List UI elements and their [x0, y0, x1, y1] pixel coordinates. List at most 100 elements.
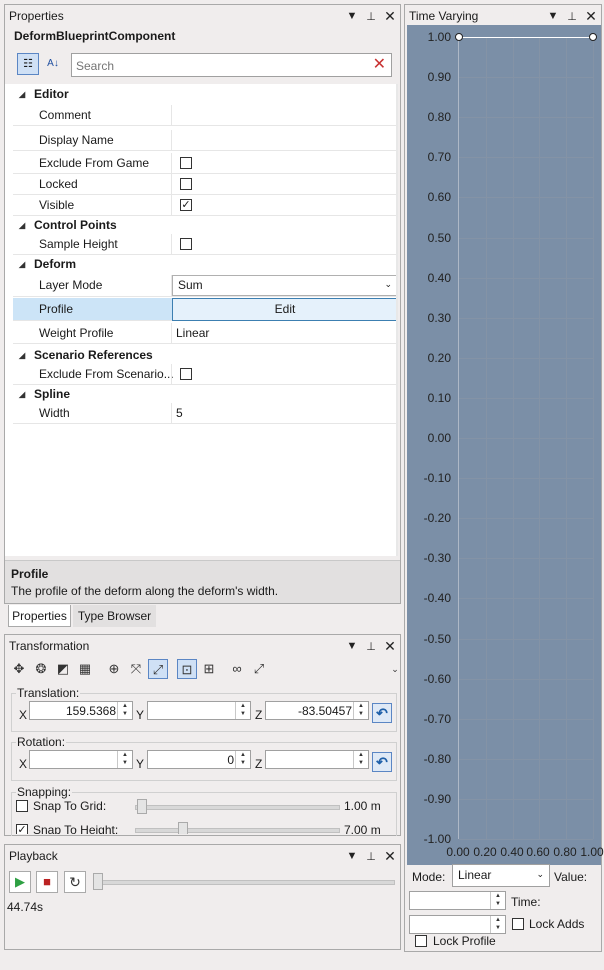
- spin-arrows-icon[interactable]: ▲ ▼: [490, 916, 505, 933]
- exclude-game-checkbox[interactable]: [180, 157, 192, 169]
- profile-control-point[interactable]: [589, 33, 597, 41]
- search-input[interactable]: [74, 56, 358, 75]
- snap-grid-slider-thumb[interactable]: [137, 799, 147, 814]
- grid-line-vertical: [486, 37, 487, 839]
- plot-area[interactable]: [455, 33, 597, 840]
- spin-arrows-icon[interactable]: ▲ ▼: [490, 892, 505, 909]
- sample-height-checkbox[interactable]: [180, 238, 192, 250]
- link-icon[interactable]: ∞: [227, 659, 247, 679]
- translation-x-field[interactable]: 159.5368 ▲ ▼: [29, 701, 133, 720]
- x-tick-label: 0.00: [446, 845, 470, 859]
- row-sample-height[interactable]: Sample Height: [13, 234, 398, 255]
- axis-tool-icon[interactable]: ⤧: [126, 659, 146, 679]
- category-scenario-references[interactable]: ◢ Scenario References: [13, 346, 398, 365]
- spin-arrows-icon[interactable]: ▲ ▼: [117, 702, 132, 719]
- profile-chart[interactable]: 1.00 0.90 0.80 0.70 0.60 0.50 0.40 0.30 0.20 0.10…: [407, 25, 604, 865]
- spin-arrows-icon[interactable]: ▲ ▼: [353, 702, 368, 719]
- search-box[interactable]: ✕: [71, 53, 392, 77]
- tab-properties[interactable]: Properties: [8, 605, 71, 627]
- snap-height-slider-track[interactable]: [135, 828, 340, 833]
- category-control-points[interactable]: ◢ Control Points: [13, 216, 398, 235]
- row-weight-profile[interactable]: Weight Profile Linear: [13, 323, 398, 344]
- playback-panel: Playback ▼ ⊥ ✕ ▶ ■ ↻ 44.74s: [4, 844, 401, 950]
- pivot-tool-icon[interactable]: ⊕: [104, 659, 124, 679]
- grid-line-horizontal: [459, 518, 593, 519]
- grid-tool-icon[interactable]: ▦: [75, 659, 95, 679]
- categorized-sort-button[interactable]: ☷: [17, 53, 39, 75]
- rotation-z-field[interactable]: ▲ ▼: [265, 750, 369, 769]
- locked-checkbox[interactable]: [180, 178, 192, 190]
- pin-icon[interactable]: ⊥: [365, 10, 377, 23]
- grid-line-horizontal: [459, 197, 593, 198]
- translation-y-field[interactable]: ▲ ▼: [147, 701, 251, 720]
- snap-bounds-icon[interactable]: ⊡: [177, 659, 197, 679]
- snap-height-value: 7.00 m: [344, 823, 381, 834]
- row-exclude-from-scenario[interactable]: Exclude From Scenario...: [13, 364, 398, 385]
- row-width[interactable]: Width 5: [13, 403, 398, 424]
- rotation-reset-button[interactable]: ↶: [372, 752, 392, 772]
- row-exclude-from-game[interactable]: Exclude From Game: [13, 153, 398, 174]
- exclude-scenario-checkbox[interactable]: [180, 368, 192, 380]
- row-visible[interactable]: Visible ✓: [13, 195, 398, 216]
- grid-line-vertical: [566, 37, 567, 839]
- mode-select[interactable]: Linear ⌄: [452, 864, 550, 887]
- category-spline[interactable]: ◢ Spline: [13, 385, 398, 404]
- scale-tool-icon[interactable]: ◩: [53, 659, 73, 679]
- translation-reset-button[interactable]: ↶: [372, 703, 392, 723]
- spin-arrows-icon[interactable]: ▲ ▼: [235, 702, 250, 719]
- dropdown-icon[interactable]: ▼: [547, 10, 559, 22]
- spin-arrows-icon[interactable]: ▲ ▼: [353, 751, 368, 768]
- category-deform[interactable]: ◢ Deform: [13, 255, 398, 274]
- snap-to-height-checkbox[interactable]: ✓: [16, 824, 28, 834]
- lock-profile-checkbox[interactable]: [415, 935, 427, 947]
- move-tool-icon[interactable]: ✥: [9, 659, 29, 679]
- tab-type-browser[interactable]: Type Browser: [73, 605, 156, 627]
- stop-button[interactable]: ■: [36, 871, 58, 893]
- property-grid-scrollbar[interactable]: [396, 84, 398, 556]
- rotation-x-field[interactable]: ▲ ▼: [29, 750, 133, 769]
- playback-slider-thumb[interactable]: [93, 873, 103, 890]
- snap-to-grid-checkbox[interactable]: [16, 800, 28, 812]
- rotate-tool-icon[interactable]: ❂: [31, 659, 51, 679]
- spin-arrows-icon[interactable]: ▲ ▼: [235, 751, 250, 768]
- row-profile[interactable]: Profile Edit: [13, 298, 398, 321]
- snap-height-slider-thumb[interactable]: [178, 822, 188, 834]
- visible-checkbox[interactable]: ✓: [180, 199, 192, 211]
- row-locked[interactable]: Locked: [13, 174, 398, 195]
- clear-search-icon[interactable]: ✕: [373, 54, 386, 76]
- close-icon[interactable]: ✕: [384, 8, 396, 25]
- pin-icon[interactable]: ⊥: [566, 10, 578, 23]
- close-icon[interactable]: ✕: [585, 8, 597, 25]
- overflow-icon[interactable]: ⌄: [385, 659, 405, 679]
- rotation-y-field[interactable]: 0 ▲ ▼: [147, 750, 251, 769]
- close-icon[interactable]: ✕: [384, 848, 396, 865]
- playback-slider-track[interactable]: [93, 880, 395, 885]
- snap-grid-slider-track[interactable]: [135, 805, 340, 810]
- loop-button[interactable]: ↻: [64, 871, 86, 893]
- local-axis-tool-icon[interactable]: ⤢: [148, 659, 168, 679]
- snap-center-icon[interactable]: ⊞: [199, 659, 219, 679]
- expand-icon[interactable]: ⤢: [249, 659, 269, 679]
- layer-mode-select[interactable]: Sum ⌄: [172, 275, 398, 296]
- dropdown-icon[interactable]: ▼: [346, 10, 358, 22]
- pin-icon[interactable]: ⊥: [365, 850, 377, 863]
- x-axis: 0.00 0.20 0.40 0.60 0.80 1.00: [407, 845, 604, 863]
- time-field[interactable]: ▲ ▼: [409, 891, 506, 910]
- profile-edit-button[interactable]: Edit: [172, 298, 398, 321]
- dropdown-icon[interactable]: ▼: [346, 640, 358, 652]
- transformation-title: Transformation: [9, 639, 90, 653]
- pin-icon[interactable]: ⊥: [365, 640, 377, 653]
- row-layer-mode[interactable]: Layer Mode Sum ⌄: [13, 275, 398, 297]
- x-tick-label: 1.00: [580, 845, 604, 859]
- row-display-name[interactable]: Display Name: [13, 130, 398, 151]
- lock-adds-checkbox[interactable]: [512, 918, 524, 930]
- value-field[interactable]: ▲ ▼: [409, 915, 506, 934]
- dropdown-icon[interactable]: ▼: [346, 850, 358, 862]
- translation-z-field[interactable]: -83.50457 ▲ ▼: [265, 701, 369, 720]
- alphabetical-sort-button[interactable]: A↓: [42, 53, 64, 75]
- close-icon[interactable]: ✕: [384, 638, 396, 655]
- category-editor[interactable]: ◢ Editor: [13, 85, 398, 104]
- play-button[interactable]: ▶: [9, 871, 31, 893]
- row-comment[interactable]: Comment: [13, 105, 398, 126]
- spin-arrows-icon[interactable]: ▲ ▼: [117, 751, 132, 768]
